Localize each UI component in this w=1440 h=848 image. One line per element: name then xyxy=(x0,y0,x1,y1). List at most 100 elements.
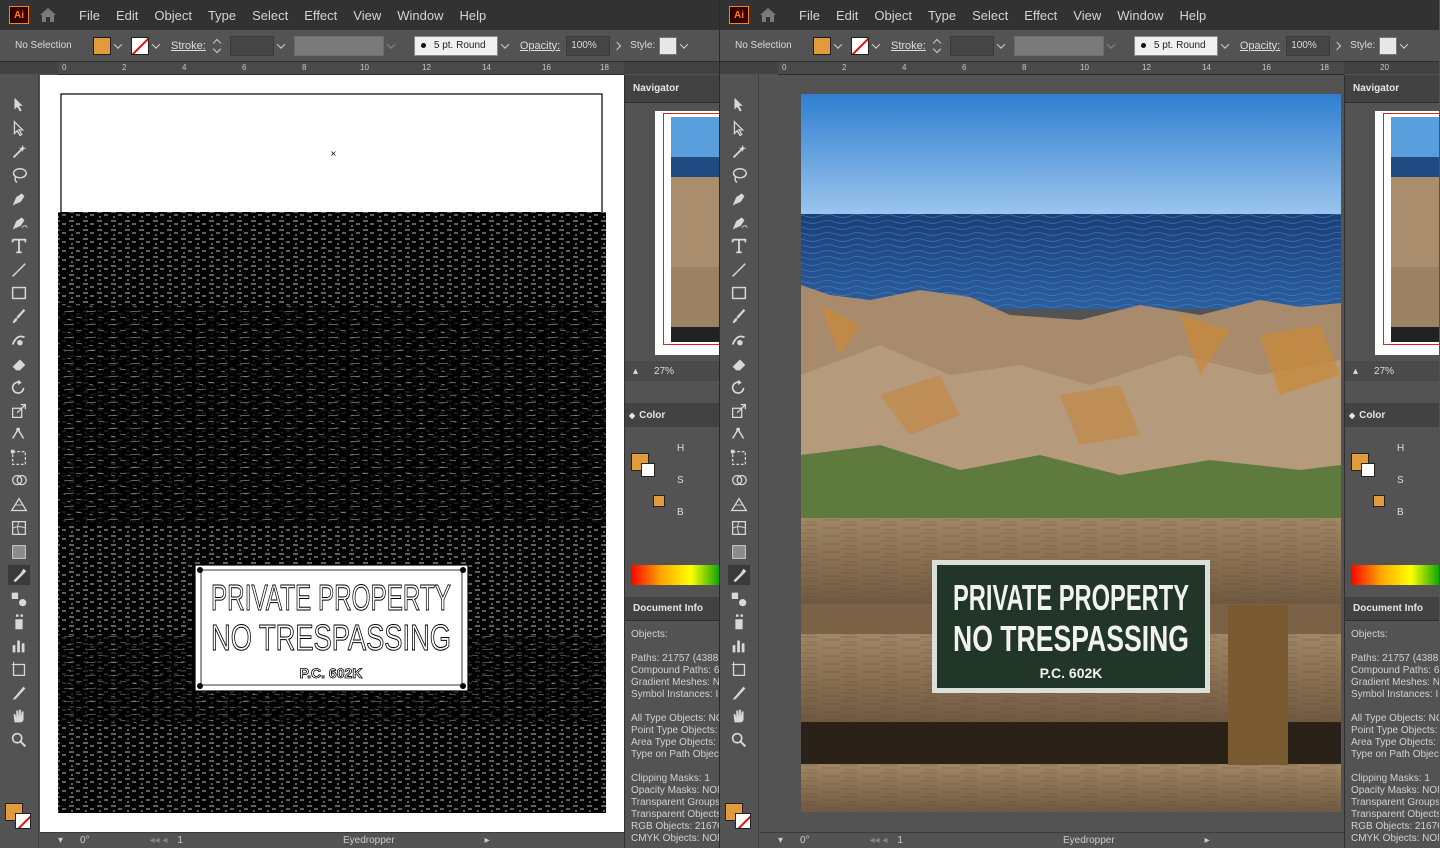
line-icon[interactable] xyxy=(8,260,30,280)
panel-collapse-icon[interactable]: ◆ xyxy=(629,411,635,420)
color-tab[interactable]: ◆ Color xyxy=(1345,403,1439,427)
gradient-icon[interactable] xyxy=(728,542,750,562)
stroke-label[interactable]: Stroke: xyxy=(171,40,206,52)
color-swatch-small[interactable] xyxy=(653,495,665,507)
pen-icon[interactable] xyxy=(8,189,30,209)
opacity-expand-icon[interactable] xyxy=(1330,37,1344,55)
status-play-icon[interactable]: ▸ xyxy=(485,835,490,846)
stroke-spinner-icon[interactable] xyxy=(212,36,224,56)
fill-dropdown-icon[interactable] xyxy=(831,37,845,55)
menu-object[interactable]: Object xyxy=(146,8,200,23)
scale-icon[interactable] xyxy=(8,401,30,421)
pen-icon[interactable] xyxy=(728,189,750,209)
perspective-icon[interactable] xyxy=(8,495,30,515)
color-spectrum[interactable] xyxy=(631,565,720,585)
graph-icon[interactable] xyxy=(8,636,30,656)
style-dropdown-icon[interactable] xyxy=(677,37,691,55)
menu-effect[interactable]: Effect xyxy=(1016,8,1065,23)
blend-icon[interactable] xyxy=(728,589,750,609)
selection-tool-icon[interactable] xyxy=(728,95,750,115)
symbol-sprayer-icon[interactable] xyxy=(728,612,750,632)
stroke-spinner-icon[interactable] xyxy=(932,36,944,56)
brush-definition[interactable]: 5 pt. Round xyxy=(1133,35,1218,56)
menu-window[interactable]: Window xyxy=(1109,8,1171,23)
zoom-out-icon[interactable]: ▴ xyxy=(1353,366,1358,377)
home-icon[interactable] xyxy=(37,4,59,26)
brush-dropdown-icon[interactable] xyxy=(498,37,512,55)
color-stroke-swatch[interactable] xyxy=(641,463,655,477)
rotate-icon[interactable] xyxy=(728,377,750,397)
stroke-weight-field[interactable] xyxy=(229,35,274,56)
graph-icon[interactable] xyxy=(728,636,750,656)
stroke-swatch[interactable] xyxy=(851,36,869,55)
artboard-nav-icon[interactable]: ◂◂ ◂ xyxy=(150,835,168,846)
fill-stroke-proxy[interactable] xyxy=(5,803,35,833)
preview-canvas[interactable]: PRIVATE PROPERTY NO TRESPASSING P.C. 602… xyxy=(760,75,1344,832)
status-dropdown-icon[interactable]: ▾ xyxy=(58,835,68,846)
free-transform-icon[interactable] xyxy=(728,448,750,468)
menu-effect[interactable]: Effect xyxy=(296,8,345,23)
zoom-value[interactable]: 27% xyxy=(654,366,674,377)
shaper-icon[interactable] xyxy=(728,330,750,350)
menu-window[interactable]: Window xyxy=(389,8,451,23)
stroke-dropdown-icon[interactable] xyxy=(149,37,163,55)
shaper-icon[interactable] xyxy=(8,330,30,350)
zoom-icon[interactable] xyxy=(728,730,750,750)
variable-width-field[interactable] xyxy=(293,35,384,56)
navigator-tab[interactable]: Navigator xyxy=(625,75,720,103)
zoom-icon[interactable] xyxy=(8,730,30,750)
fill-stroke-proxy[interactable] xyxy=(725,803,755,833)
rectangle-icon[interactable] xyxy=(8,283,30,303)
artboard-number[interactable]: 1 xyxy=(897,835,903,846)
style-dropdown-icon[interactable] xyxy=(1397,37,1411,55)
direct-selection-tool-icon[interactable] xyxy=(8,119,30,139)
variable-width-dropdown-icon[interactable] xyxy=(384,37,398,55)
stroke-weight-dropdown-icon[interactable] xyxy=(994,37,1008,55)
stroke-label[interactable]: Stroke: xyxy=(891,40,926,52)
rotate-icon[interactable] xyxy=(8,377,30,397)
variable-width-field[interactable] xyxy=(1013,35,1104,56)
hand-icon[interactable] xyxy=(8,706,30,726)
opacity-label[interactable]: Opacity: xyxy=(520,40,560,52)
artboard-icon[interactable] xyxy=(728,659,750,679)
variable-width-dropdown-icon[interactable] xyxy=(1104,37,1118,55)
opacity-label[interactable]: Opacity: xyxy=(1240,40,1280,52)
document-info-tab[interactable]: Document Info xyxy=(625,597,720,621)
rectangle-icon[interactable] xyxy=(728,283,750,303)
panel-collapse-icon[interactable]: ◆ xyxy=(1349,411,1355,420)
artboard-nav-icon[interactable]: ◂◂ ◂ xyxy=(870,835,888,846)
menu-type[interactable]: Type xyxy=(200,8,244,23)
symbol-sprayer-icon[interactable] xyxy=(8,612,30,632)
magic-wand-icon[interactable] xyxy=(728,142,750,162)
mesh-icon[interactable] xyxy=(728,518,750,538)
menu-object[interactable]: Object xyxy=(866,8,920,23)
fill-swatch[interactable] xyxy=(813,36,831,55)
puppet-warp-icon[interactable] xyxy=(728,424,750,444)
fill-dropdown-icon[interactable] xyxy=(111,37,125,55)
style-swatch[interactable] xyxy=(659,36,678,55)
menu-view[interactable]: View xyxy=(1065,8,1109,23)
mesh-icon[interactable] xyxy=(8,518,30,538)
status-play-icon[interactable]: ▸ xyxy=(1205,835,1210,846)
curvature-icon[interactable] xyxy=(728,213,750,233)
slice-icon[interactable] xyxy=(728,683,750,703)
color-swatch-small[interactable] xyxy=(1373,495,1385,507)
fill-swatch[interactable] xyxy=(93,36,111,55)
curvature-icon[interactable] xyxy=(8,213,30,233)
menu-view[interactable]: View xyxy=(345,8,389,23)
brush-dropdown-icon[interactable] xyxy=(1218,37,1232,55)
menu-select[interactable]: Select xyxy=(964,8,1016,23)
hand-icon[interactable] xyxy=(728,706,750,726)
menu-select[interactable]: Select xyxy=(244,8,296,23)
shape-builder-icon[interactable] xyxy=(728,471,750,491)
stroke-swatch[interactable] xyxy=(131,36,149,55)
home-icon[interactable] xyxy=(757,4,779,26)
color-tab[interactable]: ◆ Color xyxy=(625,403,720,427)
menu-edit[interactable]: Edit xyxy=(108,8,146,23)
opacity-field[interactable]: 100% xyxy=(566,35,611,56)
puppet-warp-icon[interactable] xyxy=(8,424,30,444)
slice-icon[interactable] xyxy=(8,683,30,703)
opacity-field[interactable]: 100% xyxy=(1286,35,1331,56)
free-transform-icon[interactable] xyxy=(8,448,30,468)
stroke-dropdown-icon[interactable] xyxy=(869,37,883,55)
